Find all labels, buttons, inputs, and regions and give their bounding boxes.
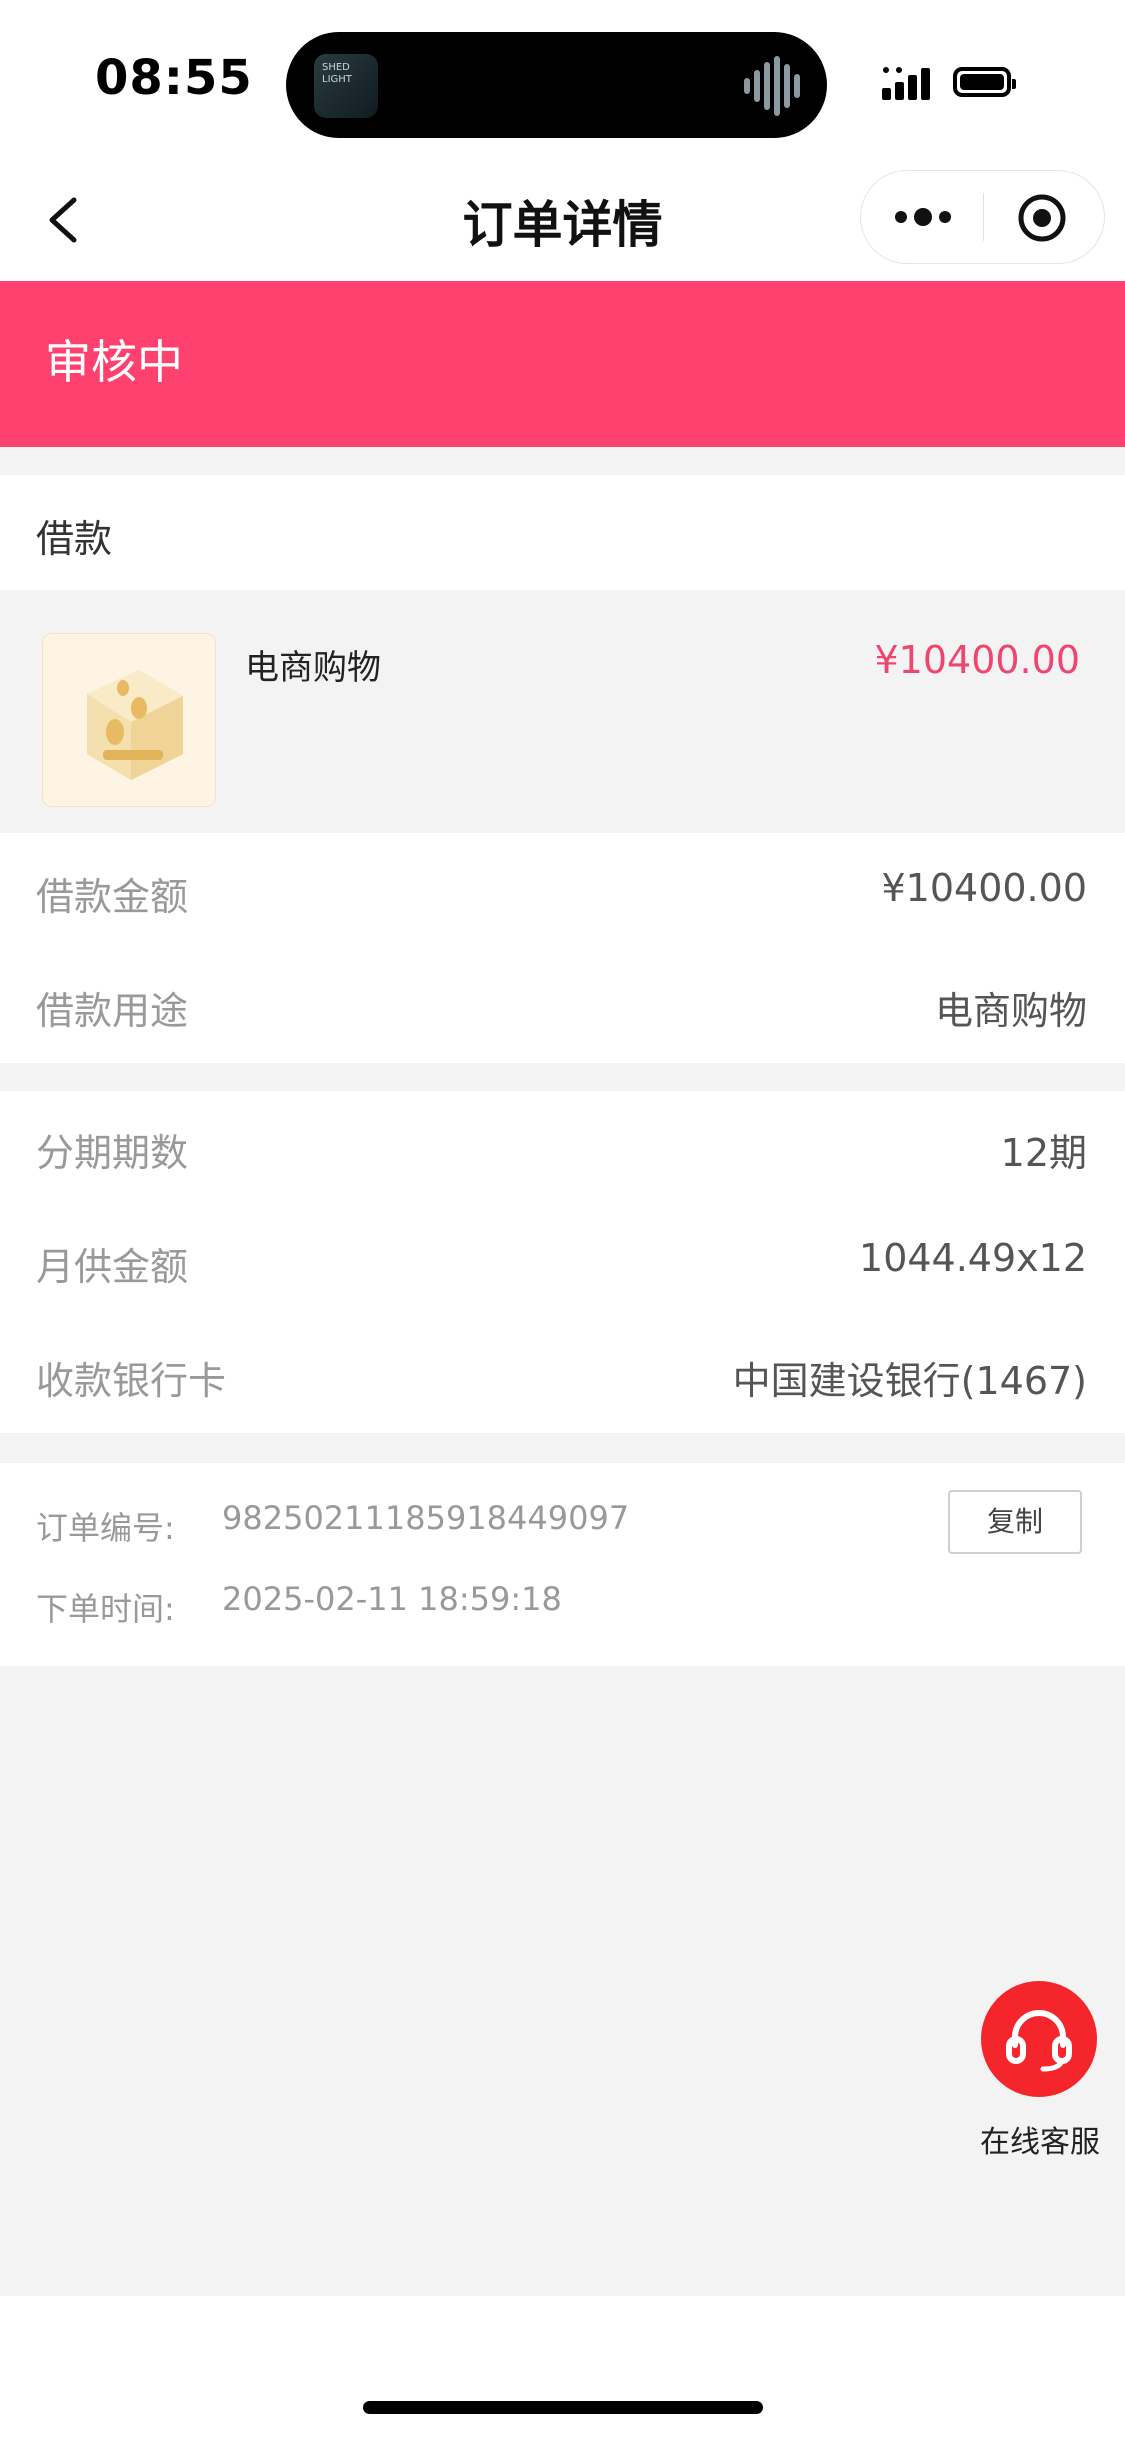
copy-order-number-button[interactable]: 复制 — [948, 1490, 1082, 1554]
headset-icon — [1006, 2010, 1072, 2072]
order-time-value: 2025-02-11 18:59:18 — [222, 1580, 562, 1618]
home-indicator[interactable] — [363, 2401, 763, 2414]
more-options-icon[interactable] — [893, 207, 953, 227]
spacer — [0, 447, 1125, 475]
spacer — [0, 1063, 1125, 1091]
bank-card-value: 中国建设银行(1467) — [732, 1359, 1087, 1403]
bank-card-label: 收款银行卡 — [36, 1359, 227, 1403]
cellular-signal-icon — [882, 67, 930, 100]
monthly-payment-label: 月供金额 — [36, 1245, 189, 1289]
loan-amount-value: ¥10400.00 — [881, 866, 1088, 910]
customer-service-label[interactable]: 在线客服 — [970, 2117, 1110, 2161]
battery-icon — [953, 67, 1016, 97]
loan-purpose-label: 借款用途 — [36, 989, 189, 1033]
section-header — [0, 475, 1125, 590]
product-image — [42, 633, 216, 807]
order-time-label: 下单时间: — [36, 1590, 175, 1628]
order-status-text: 审核中 — [45, 335, 183, 389]
page-background — [0, 1666, 1125, 2296]
close-miniprogram-icon[interactable] — [1017, 193, 1067, 243]
loan-purpose-value: 电商购物 — [934, 989, 1087, 1033]
miniprogram-capsule — [860, 170, 1105, 264]
now-playing-artwork: SHED LIGHT — [314, 54, 378, 118]
installment-count-value: 12期 — [1000, 1131, 1087, 1175]
installment-count-label: 分期期数 — [36, 1131, 189, 1175]
audio-wave-icon — [744, 56, 800, 116]
customer-service-button[interactable] — [981, 1981, 1097, 2097]
order-number-label: 订单编号: — [36, 1509, 175, 1547]
monthly-payment-value: 1044.49x12 — [859, 1236, 1087, 1280]
section-title: 借款 — [36, 517, 113, 561]
capsule-divider — [983, 193, 984, 241]
product-name: 电商购物 — [245, 648, 381, 688]
order-number-value: 98250211185918449097 — [222, 1499, 630, 1537]
status-time: 08:55 — [95, 50, 253, 106]
spacer — [0, 1433, 1125, 1463]
loan-amount-label: 借款金额 — [36, 875, 189, 919]
artwork-text: SHED LIGHT — [322, 62, 352, 85]
product-price: ¥10400.00 — [874, 638, 1081, 682]
